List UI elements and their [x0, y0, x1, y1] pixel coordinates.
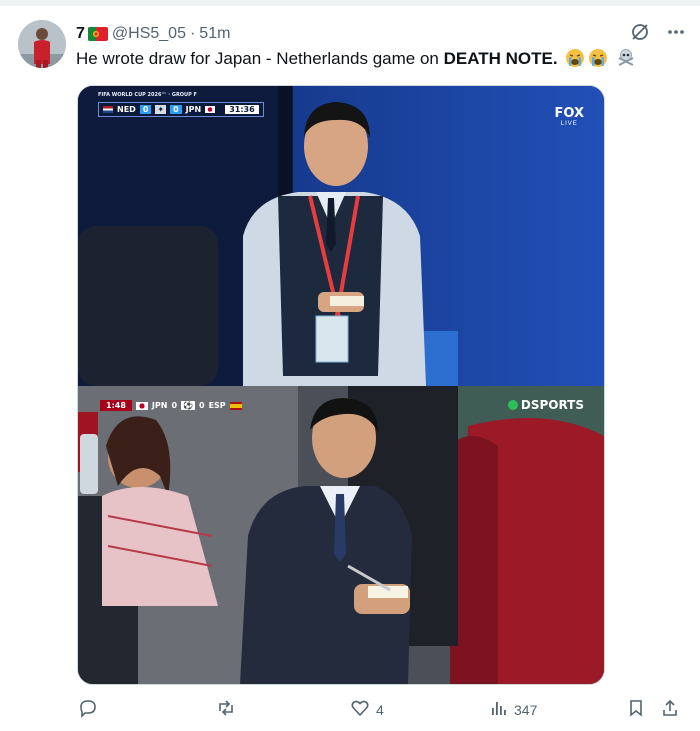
- network-logo-text: FOX: [554, 106, 585, 121]
- team-away-bottom: ESP: [208, 401, 226, 410]
- match-clock-bottom: 1:48: [100, 400, 132, 411]
- top-frame: FIFA WORLD CUP 2026™ · GROUP F NED 0 ✦ 0…: [78, 86, 604, 386]
- loudly-crying-face-icon: [565, 48, 585, 74]
- team-away: JPN: [185, 105, 202, 114]
- team-home: NED: [117, 105, 136, 114]
- repost-icon: [216, 698, 236, 721]
- media-image[interactable]: FIFA WORLD CUP 2026™ · GROUP F NED 0 ✦ 0…: [77, 85, 605, 685]
- score-home: 0: [139, 105, 152, 114]
- like-icon: [350, 698, 370, 721]
- grok-icon[interactable]: [630, 22, 650, 47]
- netherlands-flag-icon: [103, 106, 113, 113]
- japan-flag-icon: [135, 401, 148, 410]
- handle[interactable]: @HS5_05: [112, 25, 186, 43]
- dsports-badge-icon: [507, 400, 518, 410]
- views-icon: [488, 698, 508, 721]
- bottom-frame: 1:48 JPN 0 ⚽ 0 ESP DSPORTS: [78, 386, 604, 684]
- ball-icon: ⚽: [181, 401, 195, 410]
- score-home-bottom: 0: [171, 401, 178, 410]
- views-count: 347: [514, 701, 538, 718]
- post-text-body: He wrote draw for Japan - Netherlands ga…: [76, 49, 444, 68]
- trophy-icon: ✦: [155, 105, 167, 114]
- score-away: 0: [170, 105, 182, 114]
- views-button[interactable]: 347: [488, 698, 537, 721]
- more-icon[interactable]: [666, 22, 686, 47]
- bookmark-button[interactable]: [626, 698, 646, 721]
- scoreboard-bottom: 1:48 JPN 0 ⚽ 0 ESP: [100, 400, 242, 411]
- reply-icon: [78, 698, 98, 721]
- dsports-logo: DSPORTS: [507, 398, 584, 412]
- scoreboard: NED 0 ✦ 0 JPN 31:36: [98, 102, 264, 117]
- top-divider: [0, 0, 700, 6]
- loudly-crying-face-icon: [588, 48, 608, 74]
- network-sub-text: LIVE: [560, 121, 578, 127]
- reply-button[interactable]: [78, 698, 104, 721]
- post-text: He wrote draw for Japan - Netherlands ga…: [76, 48, 636, 74]
- broadcast-header: FIFA WORLD CUP 2026™ · GROUP F: [98, 92, 197, 98]
- post-time[interactable]: 51m: [199, 25, 230, 43]
- top-actions: [630, 22, 686, 47]
- team-home-bottom: JPN: [151, 401, 168, 410]
- like-count: 4: [376, 701, 384, 718]
- match-clock: 31:36: [225, 105, 259, 114]
- japan-flag-icon: [205, 106, 216, 113]
- avatar[interactable]: [18, 20, 66, 68]
- dsports-text: DSPORTS: [520, 398, 584, 412]
- repost-button[interactable]: [216, 698, 242, 721]
- post-text-bold: DEATH NOTE.: [443, 49, 558, 68]
- separator-dot: ·: [189, 25, 196, 42]
- display-name[interactable]: 7: [76, 25, 85, 43]
- skull-and-crossbones-icon: [616, 48, 636, 74]
- spain-flag-icon: [229, 401, 242, 410]
- portugal-flag-icon: [87, 27, 108, 41]
- share-icon: [660, 698, 680, 721]
- score-away-bottom: 0: [199, 401, 205, 410]
- bookmark-icon: [626, 698, 646, 721]
- like-button[interactable]: 4: [350, 698, 384, 721]
- post-header: 7 @HS5_05 · 51m: [76, 24, 230, 44]
- fox-logo: FOX LIVE: [555, 106, 585, 127]
- share-button[interactable]: [660, 698, 680, 721]
- action-bar: 4 347: [76, 698, 684, 724]
